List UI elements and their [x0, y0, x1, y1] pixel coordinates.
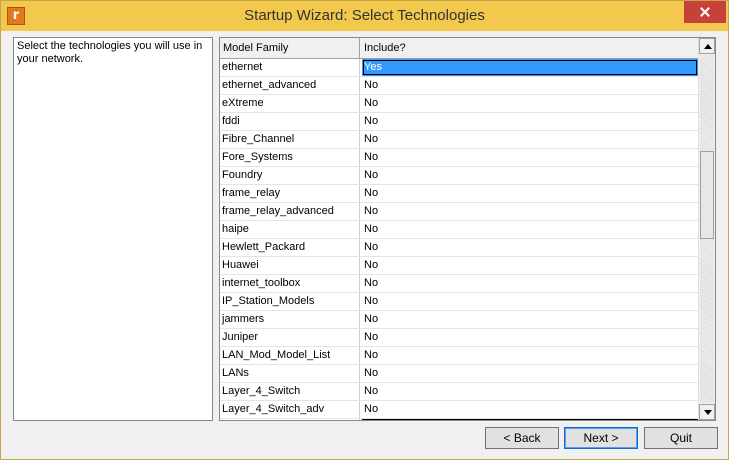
wizard-window: r Startup Wizard: Select Technologies Se…: [0, 0, 729, 460]
scroll-down-arrow-icon[interactable]: [699, 404, 715, 420]
grid-rows: ethernet Yes ethernet_advanced No eXtreme No f…: [220, 59, 700, 420]
model-family-cell[interactable]: Hewlett_Packard: [220, 239, 360, 256]
include-cell[interactable]: Yes: [362, 59, 698, 76]
table-row[interactable]: eXtreme No: [220, 95, 700, 113]
include-cell[interactable]: No: [362, 149, 698, 166]
model-family-cell[interactable]: internet_toolbox: [220, 275, 360, 292]
include-cell[interactable]: No: [362, 203, 698, 220]
table-row[interactable]: frame_relay_advanced No: [220, 203, 700, 221]
include-cell[interactable]: No: [362, 383, 698, 400]
table-row[interactable]: Huawei No: [220, 257, 700, 275]
table-row[interactable]: jammers No: [220, 311, 700, 329]
table-row[interactable]: linksYes: [220, 419, 700, 420]
include-cell[interactable]: No: [362, 293, 698, 310]
vertical-scrollbar[interactable]: [698, 38, 715, 420]
model-family-cell[interactable]: IP_Station_Models: [220, 293, 360, 310]
include-cell[interactable]: No: [362, 95, 698, 112]
quit-button[interactable]: Quit: [644, 427, 718, 449]
window-title: Startup Wizard: Select Technologies: [244, 7, 485, 24]
scrollbar-thumb[interactable]: [700, 151, 714, 239]
next-button[interactable]: Next >: [564, 427, 638, 449]
model-family-cell[interactable]: links: [220, 419, 360, 420]
include-cell[interactable]: No: [362, 365, 698, 382]
table-row[interactable]: Foundry No: [220, 167, 700, 185]
table-row[interactable]: LANs No: [220, 365, 700, 383]
table-row[interactable]: fddi No: [220, 113, 700, 131]
model-family-cell[interactable]: Layer_4_Switch: [220, 383, 360, 400]
model-family-cell[interactable]: eXtreme: [220, 95, 360, 112]
model-family-cell[interactable]: Layer_4_Switch_adv: [220, 401, 360, 418]
include-cell[interactable]: No: [362, 401, 698, 418]
model-family-cell[interactable]: Fore_Systems: [220, 149, 360, 166]
include-cell[interactable]: No: [362, 185, 698, 202]
model-family-cell[interactable]: ethernet: [220, 59, 360, 76]
table-row[interactable]: Layer_4_Switch No: [220, 383, 700, 401]
table-row[interactable]: Hewlett_Packard No: [220, 239, 700, 257]
include-cell[interactable]: No: [362, 77, 698, 94]
model-family-cell[interactable]: jammers: [220, 311, 360, 328]
table-row[interactable]: Fore_Systems No: [220, 149, 700, 167]
table-row[interactable]: Layer_4_Switch_adv No: [220, 401, 700, 419]
close-icon[interactable]: [684, 1, 726, 23]
back-button[interactable]: < Back: [485, 427, 559, 449]
include-cell[interactable]: No: [362, 131, 698, 148]
include-cell[interactable]: No: [362, 221, 698, 238]
include-cell[interactable]: No: [362, 347, 698, 364]
table-row[interactable]: internet_toolbox No: [220, 275, 700, 293]
include-cell[interactable]: No: [362, 311, 698, 328]
table-row[interactable]: frame_relay No: [220, 185, 700, 203]
wizard-body: Select the technologies you will use in …: [7, 31, 722, 455]
model-family-cell[interactable]: haipe: [220, 221, 360, 238]
table-row[interactable]: ethernet Yes: [220, 59, 700, 77]
include-cell[interactable]: No: [362, 329, 698, 346]
model-family-cell[interactable]: LAN_Mod_Model_List: [220, 347, 360, 364]
include-cell[interactable]: No: [362, 113, 698, 130]
table-row[interactable]: ethernet_advanced No: [220, 77, 700, 95]
include-cell[interactable]: Yes: [362, 419, 698, 420]
model-family-cell[interactable]: Huawei: [220, 257, 360, 274]
model-family-cell[interactable]: frame_relay_advanced: [220, 203, 360, 220]
include-cell[interactable]: No: [362, 167, 698, 184]
include-cell[interactable]: No: [362, 239, 698, 256]
table-row[interactable]: Fibre_Channel No: [220, 131, 700, 149]
model-family-cell[interactable]: fddi: [220, 113, 360, 130]
description-panel: Select the technologies you will use in …: [13, 37, 213, 421]
title-bar[interactable]: r Startup Wizard: Select Technologies: [1, 1, 728, 31]
table-row[interactable]: Juniper No: [220, 329, 700, 347]
table-row[interactable]: IP_Station_Models No: [220, 293, 700, 311]
model-family-cell[interactable]: Foundry: [220, 167, 360, 184]
include-cell[interactable]: No: [362, 257, 698, 274]
table-row[interactable]: LAN_Mod_Model_List No: [220, 347, 700, 365]
column-header-include[interactable]: Include?: [361, 38, 701, 58]
model-family-cell[interactable]: frame_relay: [220, 185, 360, 202]
grid-header: Model Family Include?: [220, 38, 700, 59]
table-row[interactable]: haipe No: [220, 221, 700, 239]
scroll-up-arrow-icon[interactable]: [699, 38, 715, 54]
model-family-cell[interactable]: ethernet_advanced: [220, 77, 360, 94]
model-family-cell[interactable]: LANs: [220, 365, 360, 382]
model-family-cell[interactable]: Fibre_Channel: [220, 131, 360, 148]
technology-grid: Model Family Include? ethernet Yes etherne…: [219, 37, 716, 421]
model-family-cell[interactable]: Juniper: [220, 329, 360, 346]
column-header-model-family[interactable]: Model Family: [220, 38, 360, 58]
include-cell[interactable]: No: [362, 275, 698, 292]
